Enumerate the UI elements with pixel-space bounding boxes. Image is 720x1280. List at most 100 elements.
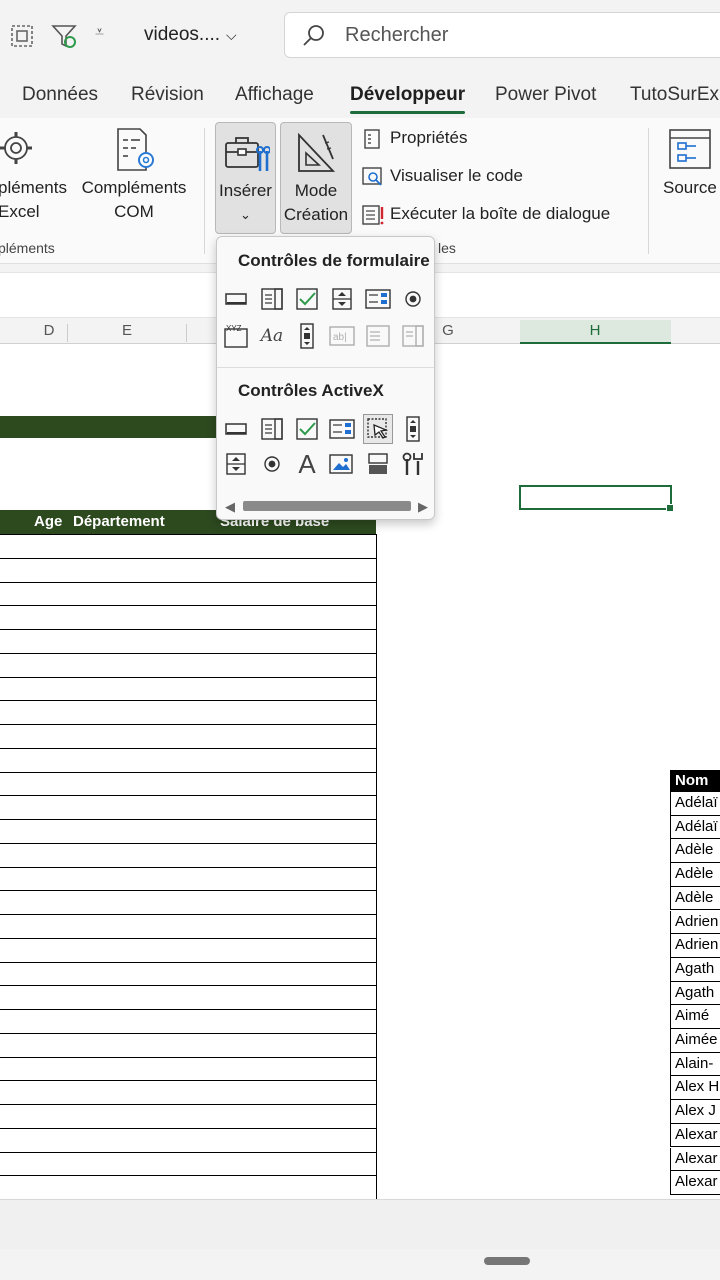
dropdown-scrollbar[interactable]: ◀ ▶ [225, 499, 428, 515]
scrollbar-thumb[interactable] [243, 501, 411, 511]
table-row-line [0, 1009, 376, 1010]
table-row-line [0, 1151, 376, 1153]
name-cell[interactable]: Alexar [670, 1147, 720, 1172]
activex-textbox-icon[interactable] [363, 414, 393, 444]
refresh-filter-icon[interactable] [50, 22, 78, 50]
name-cell[interactable]: Aimée [670, 1029, 720, 1053]
design-mode-label-2: Création [283, 205, 349, 224]
column-header-g[interactable]: G [437, 322, 459, 339]
activex-scrollbar-icon[interactable] [398, 414, 428, 444]
activex-image-icon[interactable] [327, 449, 357, 479]
table-row-line [0, 676, 376, 678]
name-cell[interactable]: Alex J [670, 1100, 720, 1124]
ribbon-tabs: Données Révision Affichage Développeur P… [0, 72, 720, 118]
name-cell[interactable]: Adrien [670, 934, 720, 958]
activex-option-button-icon[interactable] [257, 449, 287, 479]
activex-checkbox-icon[interactable] [292, 414, 322, 444]
excel-addins-label-2: Excel [0, 202, 40, 221]
table-row-line [0, 629, 376, 630]
search-box[interactable]: Rechercher [284, 12, 720, 58]
toolbox-icon [225, 137, 270, 171]
autosave-icon[interactable] [8, 22, 36, 50]
run-dialog-button[interactable]: Exécuter la boîte de dialogue [362, 204, 610, 225]
tab-developpeur[interactable]: Développeur [350, 84, 466, 114]
search-placeholder: Rechercher [345, 24, 449, 46]
activex-spinner-icon[interactable] [221, 449, 251, 479]
form-checkbox-icon[interactable] [292, 284, 322, 314]
com-addins-button[interactable]: Compléments COM [78, 176, 190, 224]
form-group-box-icon[interactable]: XYZ [221, 321, 251, 351]
status-bar [0, 1199, 720, 1249]
form-option-button-icon[interactable] [398, 284, 428, 314]
tab-affichage[interactable]: Affichage [235, 84, 314, 106]
name-cell[interactable]: Adélaï [670, 792, 720, 816]
header-department: Département [73, 513, 165, 530]
tab-revision[interactable]: Révision [131, 84, 204, 106]
name-cell[interactable]: Aimé [670, 1005, 720, 1029]
column-header-d[interactable]: D [38, 322, 60, 339]
run-dialog-icon [362, 204, 384, 225]
tab-tutosurex[interactable]: TutoSurEx [630, 84, 719, 106]
column-divider [186, 324, 187, 342]
activex-button-icon[interactable] [221, 414, 251, 444]
svg-text:XYZ: XYZ [226, 324, 242, 333]
tab-power-pivot[interactable]: Power Pivot [495, 84, 596, 106]
properties-button[interactable]: Propriétés [362, 128, 467, 149]
title-bar: ⩡ videos.... ⌵ Rechercher [0, 0, 720, 72]
name-cell[interactable]: Adèle [670, 839, 720, 864]
form-scrollbar-icon[interactable] [292, 321, 322, 351]
table-row-line [0, 700, 376, 702]
form-combobox-icon[interactable] [257, 284, 287, 314]
table-row-line [0, 771, 376, 773]
activex-toggle-button-icon[interactable] [363, 449, 393, 479]
form-button-icon[interactable] [221, 284, 251, 314]
name-cell[interactable]: Adèle [670, 863, 720, 887]
activex-listbox-icon[interactable] [327, 414, 357, 444]
view-code-button[interactable]: Visualiser le code [362, 166, 523, 187]
table-row-line [0, 605, 376, 607]
form-textfield-disabled-icon: ab| [327, 321, 357, 351]
activex-combobox-icon[interactable] [257, 414, 287, 444]
insert-controls-button[interactable]: Insérer ⌄ [215, 122, 276, 234]
table-row-line [0, 1127, 376, 1129]
file-name-dropdown[interactable]: videos.... ⌵ [144, 24, 237, 46]
form-spinner-icon[interactable] [327, 284, 357, 314]
excel-addins-label-1: pléments [0, 178, 67, 197]
activex-label-icon[interactable]: A [292, 449, 322, 479]
source-button[interactable]: Source [663, 176, 717, 200]
name-cell[interactable]: Alain- [670, 1052, 720, 1077]
selected-cell[interactable] [519, 485, 674, 512]
form-label-icon[interactable]: Aa [257, 321, 287, 351]
chevron-down-icon: ⌵ [226, 27, 237, 43]
form-listbox-icon[interactable] [363, 284, 393, 314]
excel-addins-button[interactable]: pléments Excel [0, 176, 67, 224]
table-row-line [0, 937, 376, 939]
ribbon-separator [204, 128, 205, 254]
form-list-disabled-icon [363, 321, 393, 351]
form-controls-title: Contrôles de formulaire [238, 251, 430, 270]
scroll-left-icon[interactable]: ◀ [225, 499, 235, 515]
table-row-line [0, 795, 376, 797]
column-header-e[interactable]: E [116, 322, 138, 339]
design-mode-button[interactable]: Mode Création [280, 122, 352, 234]
name-cell[interactable]: Agath [670, 981, 720, 1006]
name-cell[interactable]: Adrien [670, 910, 720, 935]
name-cell[interactable]: Alexar [670, 1171, 720, 1195]
source-icon [669, 129, 711, 169]
table-row-line [0, 1104, 376, 1105]
scroll-right-icon[interactable]: ▶ [418, 499, 428, 515]
name-cell[interactable]: Agath [670, 957, 720, 982]
home-handle[interactable] [484, 1257, 530, 1265]
ribbon-separator [648, 128, 649, 254]
name-cell[interactable]: Adèle [670, 886, 720, 911]
name-cell[interactable]: Alexar [670, 1123, 720, 1148]
name-cell[interactable]: Adélaï [670, 815, 720, 840]
name-cell[interactable]: Alex H [670, 1076, 720, 1101]
column-header-h[interactable]: H [584, 322, 606, 339]
run-dialog-label: Exécuter la boîte de dialogue [390, 204, 611, 223]
names-header: Nom [670, 770, 720, 792]
gear-icon [0, 132, 32, 164]
tab-donnees[interactable]: Données [22, 84, 98, 106]
customize-toolbar-icon[interactable]: ⩡ [95, 24, 104, 42]
activex-more-controls-icon[interactable] [398, 449, 428, 479]
